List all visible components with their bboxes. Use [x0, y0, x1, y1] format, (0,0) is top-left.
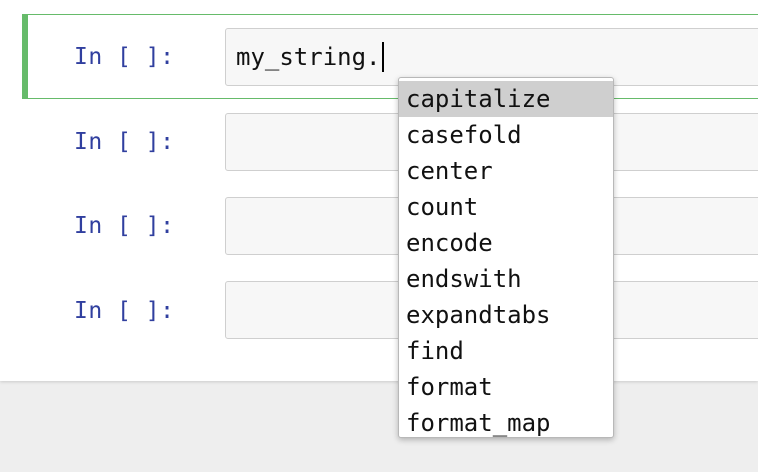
completer-item-endswith[interactable]: endswith	[399, 261, 613, 297]
cell-prompt: In [ ]:	[74, 129, 175, 155]
cell-prompt: In [ ]:	[74, 44, 175, 70]
text-cursor	[381, 42, 384, 72]
cell-prompt: In [ ]:	[74, 298, 175, 324]
completer-item-find[interactable]: find	[399, 333, 613, 369]
completer-item-expandtabs[interactable]: expandtabs	[399, 297, 613, 333]
completer-item-encode[interactable]: encode	[399, 225, 613, 261]
notebook-container: In [ ]: my_string. In [ ]: In [ ]: In [ …	[0, 0, 758, 381]
cell-prompt: In [ ]:	[74, 213, 175, 239]
completer-item-format[interactable]: format	[399, 369, 613, 405]
code-text: my_string.	[236, 43, 381, 71]
autocomplete-dropdown[interactable]: capitalize casefold center count encode …	[398, 77, 614, 438]
cell-code[interactable]: my_string.	[236, 42, 384, 72]
completer-item-casefold[interactable]: casefold	[399, 117, 613, 153]
completer-item-capitalize[interactable]: capitalize	[399, 81, 613, 117]
completer-item-count[interactable]: count	[399, 189, 613, 225]
completer-item-center[interactable]: center	[399, 153, 613, 189]
completer-item-format-map[interactable]: format_map	[399, 405, 613, 437]
